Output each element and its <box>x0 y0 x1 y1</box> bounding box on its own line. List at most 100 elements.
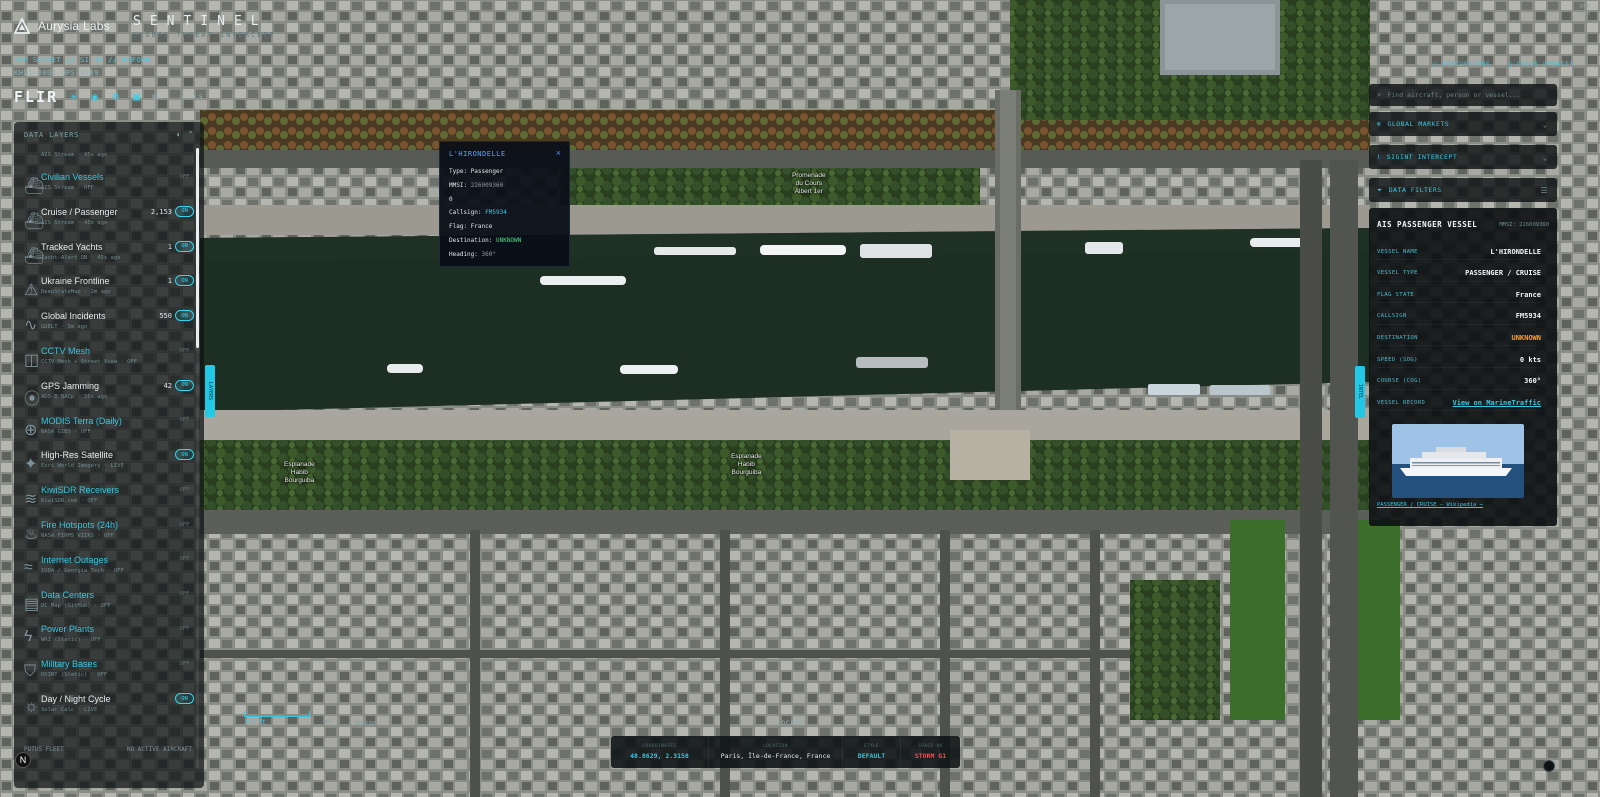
layer-source: CCTV Mesh + Street View · OFF <box>41 359 138 365</box>
status-space-weather: SPACE WX STORM G1 <box>914 744 947 760</box>
layers-side-tab[interactable]: LAYERS <box>205 365 215 417</box>
layer-row[interactable]: ⛴ Tracked Yachts Yacht-Alert DB · 45s ago 1… <box>14 240 204 276</box>
wikipedia-link[interactable]: PASSENGER / CRUISE — Wikipedia → <box>1377 502 1483 508</box>
popup-close-button[interactable]: × <box>556 148 561 158</box>
chevron-up-icon[interactable]: ⌃ <box>187 130 194 139</box>
update-icon: ▢ <box>1508 60 1513 68</box>
vessel-popup: L'HIRONDELLE × Type: Passenger MMSI: 226… <box>439 141 570 267</box>
layer-name: Tracked Yachts <box>41 241 103 252</box>
vessel-field-row[interactable]: VESSEL RECORD View on MarineTraffic <box>1377 395 1541 412</box>
search-input[interactable] <box>1387 91 1548 99</box>
layer-source: WRI (Static) · OFF <box>41 637 101 644</box>
sigint-section[interactable]: ⌇ SIGINT INTERCEPT ⌄ <box>1369 145 1557 169</box>
vessel-mmsi: MMSI: 226009360 <box>1499 221 1549 228</box>
popup-callsign: Callsign: FM5934 <box>449 209 507 216</box>
popup-extra: 0 <box>449 196 453 203</box>
layer-toggle[interactable]: OFF <box>175 345 194 356</box>
mode-label[interactable]: FLIR <box>14 88 58 106</box>
vessel-photo[interactable] <box>1392 424 1524 498</box>
layer-toggle[interactable]: ON <box>175 275 194 287</box>
layer-row[interactable]: ◫ CCTV Mesh CCTV Mesh + Street View · OFF O… <box>14 346 204 380</box>
layer-toggle[interactable]: OFF <box>175 554 194 565</box>
vessel-detail-panel: AIS PASSENGER VESSEL MMSI: 226009360 VES… <box>1369 208 1557 526</box>
layer-count: 1 <box>167 242 172 251</box>
layer-row[interactable]: ▤ Data Centers DC Map (GitHub) · OFF OFF <box>14 590 204 624</box>
layer-toggle[interactable]: OFF <box>175 519 194 530</box>
map-label-promenade: Promenade du Cours Albert 1er <box>792 172 826 195</box>
signal-icon: ⦿ <box>24 390 41 408</box>
layer-row[interactable]: ≈ Internet Outages IODA / Georgia Tech · O… <box>14 555 204 589</box>
potus-fleet-row[interactable]: POTUS FLEET NO ACTIVE AIRCRAFT <box>24 746 192 753</box>
layer-row[interactable]: ☼ Day / Night Cycle Solar Calc · LIVE ON <box>14 693 204 728</box>
layer-row[interactable]: ✦ High-Res Satellite Esri World Imagery · … <box>14 449 204 484</box>
layer-row[interactable]: ♨ Fire Hotspots (24h) NASA FIRMS VIIRS · O… <box>14 520 204 554</box>
layer-row[interactable]: ⛴ Cruise / Passenger AIS Stream · 45s ago 2… <box>14 205 204 241</box>
layer-source: IODA / Georgia Tech · OFF <box>41 567 124 574</box>
layer-row[interactable]: ∿ Global Incidents GDELT · 3m ago 550 ON <box>14 310 204 345</box>
layer-toggle[interactable]: OFF <box>175 484 194 495</box>
compass-icon[interactable] <box>1543 760 1555 772</box>
antenna-icon: ⌇ <box>1377 153 1381 161</box>
layer-row[interactable]: ⚠ Ukraine Frontline DeepStateMap · 2m ago 1… <box>14 275 204 310</box>
layer-source: NASA FIRMS VIIRS · OFF <box>41 533 114 539</box>
layer-name: High-Res Satellite <box>41 450 114 461</box>
layer-name: Civilian Vessels <box>41 172 104 182</box>
layer-count: 550 <box>159 312 172 321</box>
crosshair-icon[interactable]: ✳ <box>68 92 79 103</box>
layer-row[interactable]: ⦿ GPS Jamming ADS-B NACp · 26s ago 42 ON <box>14 379 204 415</box>
server-icon: ▤ <box>24 595 40 613</box>
layer-row[interactable]: ≋ KiwiSDR Receivers KiwiSDR.com · OFF OFF <box>14 485 204 519</box>
layers-scrollbar-thumb[interactable] <box>196 148 199 348</box>
globe-icon: ⊕ <box>24 421 38 439</box>
locate-button[interactable]: ⌕ LOCATE <box>768 719 803 727</box>
layer-source: KiwiSDR.com · OFF <box>41 498 98 505</box>
status-style[interactable]: STYLE DEFAULT <box>843 736 901 768</box>
layer-toggle[interactable]: OFF <box>175 171 194 182</box>
layer-toggle[interactable]: OFF <box>175 658 194 669</box>
vessel-field-value: 0 kts <box>1519 355 1541 364</box>
intel-side-tab[interactable]: INTEL <box>1355 366 1365 418</box>
vessel-field-row: CALLSIGN FM5934 <box>1377 309 1541 325</box>
data-filters-section[interactable]: ⏷ DATA FILTERS ☰ <box>1369 178 1557 202</box>
north-button[interactable]: N <box>15 752 31 768</box>
scale-bar: 317 ft <box>244 711 310 726</box>
layer-row[interactable]: ⊕ MODIS Terra (Daily) NASA GIBS · OFF OFF <box>14 416 204 450</box>
toggle-all-icon[interactable]: ◐ <box>176 130 181 139</box>
global-markets-section[interactable]: ⊕ GLOBAL MARKETS ⌄ <box>1369 112 1557 136</box>
vessel-field-value[interactable]: View on MarineTraffic <box>1452 399 1541 407</box>
layer-name: CCTV Mesh <box>41 346 91 356</box>
search-bar[interactable]: ⌕ <box>1369 84 1557 106</box>
vessel-field-value: UNKNOWN <box>1511 333 1541 342</box>
global-markets-label: GLOBAL MARKETS <box>1387 120 1450 128</box>
settings-icon[interactable]: ⚙ <box>110 92 121 103</box>
bit-label[interactable]: BIT <box>152 94 163 101</box>
layer-name: MODIS Terra (Daily) <box>41 415 122 426</box>
layer-row[interactable]: ⛴ Civilian Vessels AIS Stream · OFF OFF <box>14 172 204 206</box>
vessel-field-value: France <box>1515 290 1541 299</box>
screen-icon[interactable]: ▣ <box>131 92 142 103</box>
night-vision-icon[interactable]: ◉ <box>89 92 100 103</box>
vessel-field-row: VESSEL NAME L'HIRONDELLE <box>1377 244 1541 260</box>
status-location: LOCATION Paris, Île-de-France, France <box>709 736 843 768</box>
layer-name: KiwiSDR Receivers <box>41 485 120 496</box>
layer-toggle[interactable]: ON <box>175 693 194 704</box>
search-icon: ⌕ <box>768 719 777 727</box>
layer-toggle[interactable]: ON <box>175 205 194 217</box>
vessel-header: AIS PASSENGER VESSEL MMSI: 226009360 <box>1377 220 1549 229</box>
discussions-link[interactable]: ▢ DISCUSSIONS <box>1433 60 1490 68</box>
layer-toggle[interactable]: OFF <box>175 589 194 600</box>
layer-count: 2,153 <box>150 207 172 216</box>
layer-toggle[interactable]: ON <box>175 240 194 252</box>
satellite-icon: ✦ <box>24 456 38 474</box>
measure-button[interactable]: ✎ MEASURE <box>349 721 376 727</box>
layer-row[interactable]: ϟ Power Plants WRI (Static) · OFF OFF <box>14 624 204 658</box>
layer-toggle[interactable]: ON <box>175 449 194 461</box>
layer-toggle[interactable]: ON <box>175 310 194 322</box>
layer-toggle[interactable]: ON <box>175 379 194 391</box>
check-updates-link[interactable]: ▢ CHECK UPDATES <box>1508 60 1574 68</box>
layer-row[interactable]: ⛉ Military Bases OSINT (Static) · OFF OFF <box>14 659 204 693</box>
layer-toggle[interactable]: OFF <box>175 415 194 426</box>
flame-icon: ♨ <box>24 526 39 543</box>
vessel-field-value: PASSENGER / CRUISE <box>1465 269 1541 278</box>
layer-toggle[interactable]: OFF <box>175 623 194 634</box>
